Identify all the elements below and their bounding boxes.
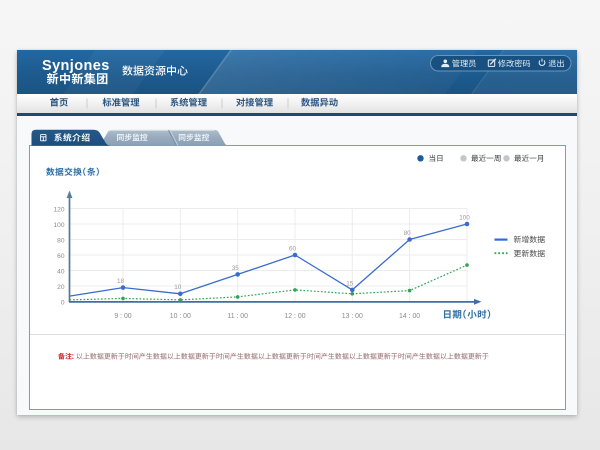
svg-text:9 : 00: 9 : 00 bbox=[114, 313, 131, 320]
svg-text:80: 80 bbox=[404, 230, 412, 237]
svg-text:12 : 00: 12 : 00 bbox=[284, 313, 305, 320]
svg-text:15: 15 bbox=[346, 280, 354, 287]
svg-text:10: 10 bbox=[174, 284, 182, 291]
svg-text:13 : 00: 13 : 00 bbox=[342, 313, 363, 320]
svg-text:Synjones: Synjones bbox=[42, 58, 110, 74]
svg-text:11 : 00: 11 : 00 bbox=[227, 313, 248, 320]
svg-text:120: 120 bbox=[53, 207, 64, 214]
svg-text:60: 60 bbox=[57, 253, 65, 260]
svg-text:14 : 00: 14 : 00 bbox=[399, 313, 420, 320]
svg-text:40: 40 bbox=[57, 269, 65, 276]
svg-text:60: 60 bbox=[289, 246, 297, 253]
svg-text:35: 35 bbox=[232, 265, 240, 272]
svg-text:100: 100 bbox=[459, 215, 470, 222]
svg-text:80: 80 bbox=[57, 238, 65, 245]
svg-text:0: 0 bbox=[61, 300, 65, 307]
svg-text:18: 18 bbox=[117, 278, 125, 285]
svg-text:100: 100 bbox=[53, 222, 64, 229]
svg-text:10 : 00: 10 : 00 bbox=[170, 313, 191, 320]
svg-text:20: 20 bbox=[57, 284, 65, 291]
